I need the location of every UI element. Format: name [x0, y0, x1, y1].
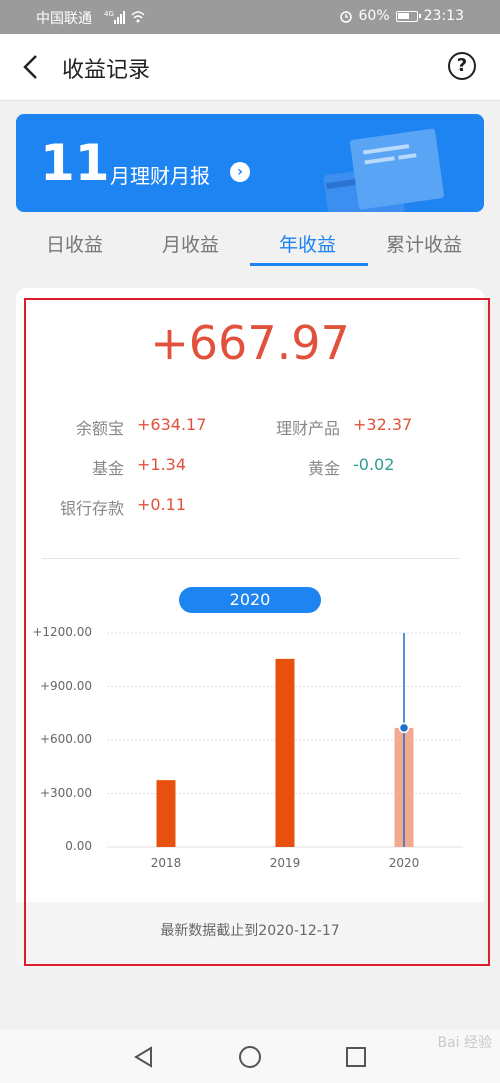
system-nav-bar [0, 1030, 500, 1083]
home-circle-icon[interactable] [238, 1045, 262, 1069]
back-triangle-icon[interactable] [133, 1046, 153, 1068]
recents-square-icon[interactable] [345, 1046, 367, 1068]
highlight-frame [24, 298, 490, 966]
watermark: Bai 经验 [437, 1035, 492, 1051]
